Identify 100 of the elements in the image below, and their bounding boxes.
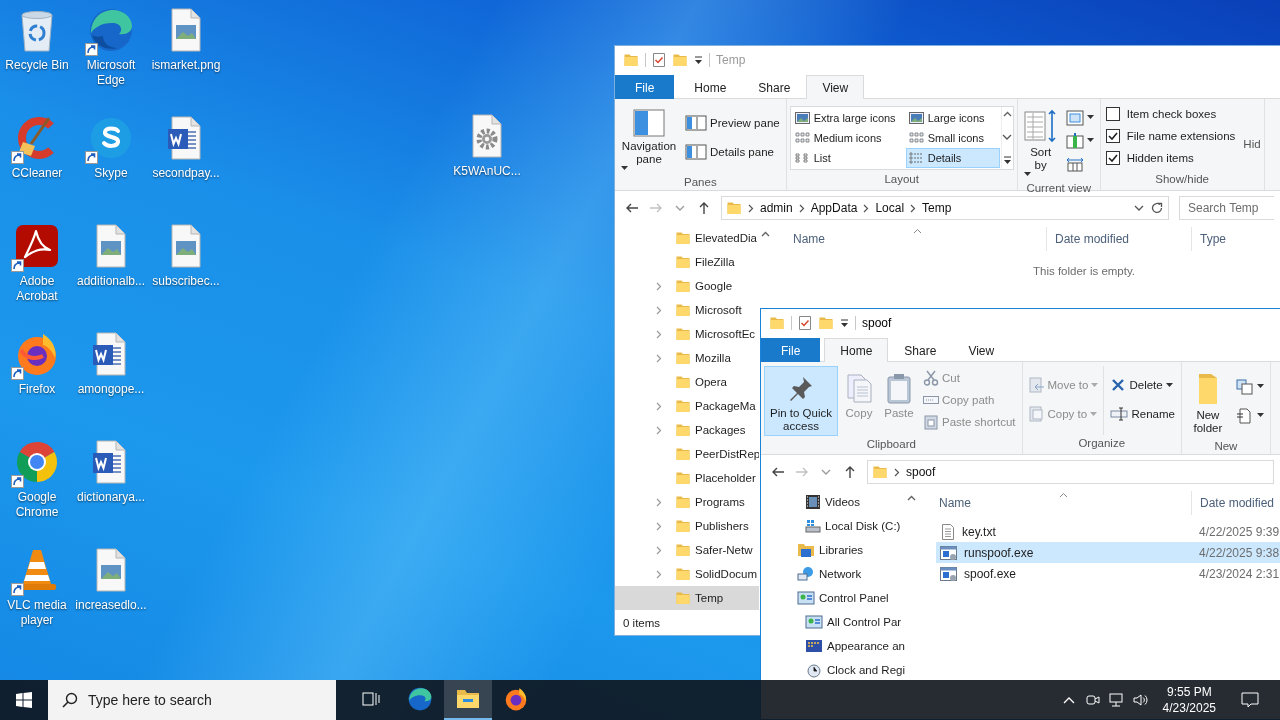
tree-item[interactable]: PeerDistRep [615, 442, 759, 466]
ribbon-button[interactable]: Rename [1107, 403, 1178, 425]
desktop-icon-label: VLC media player [6, 598, 68, 628]
clock-globe-icon [805, 662, 823, 678]
clock-date[interactable]: 4/23/2025 [1162, 700, 1216, 716]
ribbon-button[interactable]: Details pane [682, 141, 783, 163]
group-label: Panes [684, 175, 717, 190]
breadcrumb[interactable]: Temp [922, 201, 952, 215]
tree-item[interactable]: Appearance an [761, 634, 905, 658]
breadcrumb[interactable]: AppData [810, 201, 858, 215]
tree-item[interactable]: Videos [761, 490, 905, 514]
tree-item[interactable]: Mozilla [615, 346, 759, 370]
folder-icon [675, 566, 691, 582]
tree-item[interactable]: Temp [615, 586, 759, 610]
tree-item[interactable]: Local Disk (C:) [761, 514, 905, 538]
new-item-icon [1235, 378, 1254, 395]
tree-item[interactable]: Libraries [761, 538, 905, 562]
file-row[interactable]: spoof.exe 4/23/2024 2:31 [936, 563, 1280, 584]
tree-item[interactable]: Control Panel [761, 586, 905, 610]
group-label: New [1214, 439, 1238, 454]
tree-item[interactable]: FileZilla [615, 250, 759, 274]
pane-icon [685, 115, 707, 131]
search-icon [62, 692, 78, 708]
layout-option[interactable]: Small icons [905, 128, 1000, 148]
search-field[interactable]: Search Temp [1179, 196, 1274, 220]
address-bar[interactable]: spoof [867, 460, 1274, 484]
large-icon-view-icon [794, 112, 810, 124]
ribbon-button[interactable]: Hid [1243, 138, 1261, 150]
tree-item[interactable]: Safer-Netw [615, 538, 759, 562]
empty-folder-message: This folder is empty. [1032, 265, 1137, 277]
ribbon-tab[interactable]: Home [824, 338, 889, 362]
expand-chevron-icon [656, 281, 662, 291]
breadcrumb[interactable]: spoof [906, 465, 936, 479]
taskbar-search-field[interactable]: Type here to search [48, 680, 336, 720]
column-header[interactable]: Name [771, 227, 1046, 251]
tree-item[interactable]: MicrosoftEc [615, 322, 759, 346]
tree-item[interactable]: PackageMa [615, 394, 759, 418]
address-bar[interactable]: admin AppData Local Temp [721, 196, 1169, 220]
tree-item[interactable]: Packages [615, 418, 759, 442]
icon-grid-view-icon [794, 132, 810, 144]
ribbon-button[interactable]: Pin to Quick access [764, 366, 838, 436]
tree-item[interactable]: Publishers [615, 514, 759, 538]
file-row[interactable]: key.txt 4/22/2025 9:39 [936, 521, 1280, 542]
tree-item[interactable]: All Control Par [761, 610, 905, 634]
group-label: Current view [1026, 181, 1091, 196]
gallery-up-icon [1002, 111, 1012, 117]
column-header[interactable]: Date modified [1046, 227, 1191, 251]
customize-caret-icon [840, 318, 849, 328]
checkbox-option[interactable]: File name extensions [1103, 125, 1238, 147]
layout-option[interactable]: List [791, 148, 906, 168]
icon-grid-view-icon [908, 132, 924, 144]
folder-icon [675, 398, 691, 414]
ribbon-tab[interactable]: Home [678, 75, 743, 99]
folder-icon [623, 52, 639, 68]
column-header[interactable]: Type [1191, 227, 1280, 251]
ribbon-button[interactable]: Preview pane [682, 112, 783, 134]
tree-item[interactable]: Opera [615, 370, 759, 394]
ribbon-tab[interactable]: View [806, 75, 865, 99]
ribbon-tab[interactable]: File [761, 338, 821, 362]
tree-item[interactable]: ElevatedDia [615, 226, 759, 250]
column-header[interactable]: Date modified [1191, 491, 1280, 515]
sort-by-button[interactable]: Sort by [1020, 103, 1061, 180]
scissors-icon [923, 370, 939, 386]
expand-chevron-icon [656, 425, 662, 435]
layout-option[interactable]: Large icons [905, 108, 1000, 128]
tree-item[interactable]: Google [615, 274, 759, 298]
chevron-right-icon [748, 203, 754, 213]
navigation-pane-button[interactable]: Navigation pane [618, 103, 680, 174]
caret-icon [621, 166, 628, 171]
breadcrumb[interactable]: Local [875, 201, 905, 215]
tree-item[interactable]: Programs [615, 490, 759, 514]
checkbox-option[interactable]: Item check boxes [1103, 103, 1238, 125]
tree-item[interactable]: Clock and Regi [761, 658, 905, 682]
application-icon [940, 544, 958, 561]
desktop-icon-label: additionalb... [76, 274, 146, 289]
column-header[interactable]: Name [917, 491, 1191, 515]
ribbon-tab[interactable]: View [952, 338, 1011, 362]
ribbon-button[interactable]: New folder [1184, 366, 1231, 438]
expand-chevron-icon [656, 545, 662, 555]
layout-option[interactable]: Extra large icons [791, 108, 906, 128]
layout-option[interactable]: Details [905, 148, 1000, 168]
ribbon-button[interactable]: Delete [1107, 374, 1178, 396]
ribbon-tab[interactable]: File [615, 75, 675, 99]
ribbon-tab[interactable]: Share [888, 338, 953, 362]
paste-shortcut-icon [923, 414, 939, 430]
tree-item[interactable]: Network [761, 562, 905, 586]
taskbar-app-button[interactable] [444, 680, 492, 720]
breadcrumb[interactable]: admin [760, 201, 793, 215]
file-name: spoof.exe [964, 566, 1017, 581]
file-row[interactable]: runspoof.exe 4/22/2025 9:38 [936, 542, 1280, 563]
tree-item[interactable]: SolidDocum [615, 562, 759, 586]
ribbon-tab[interactable]: Share [742, 75, 807, 99]
appearance-icon [805, 638, 823, 654]
clock-time[interactable]: 9:55 PM [1166, 684, 1212, 700]
chevron-down-icon [821, 469, 831, 475]
layout-option[interactable]: Medium icons [791, 128, 906, 148]
speaker-icon [1132, 693, 1149, 707]
tree-item[interactable]: Microsoft [615, 298, 759, 322]
tree-item[interactable]: Placeholder [615, 466, 759, 490]
checkbox-option[interactable]: Hidden items [1103, 147, 1238, 169]
